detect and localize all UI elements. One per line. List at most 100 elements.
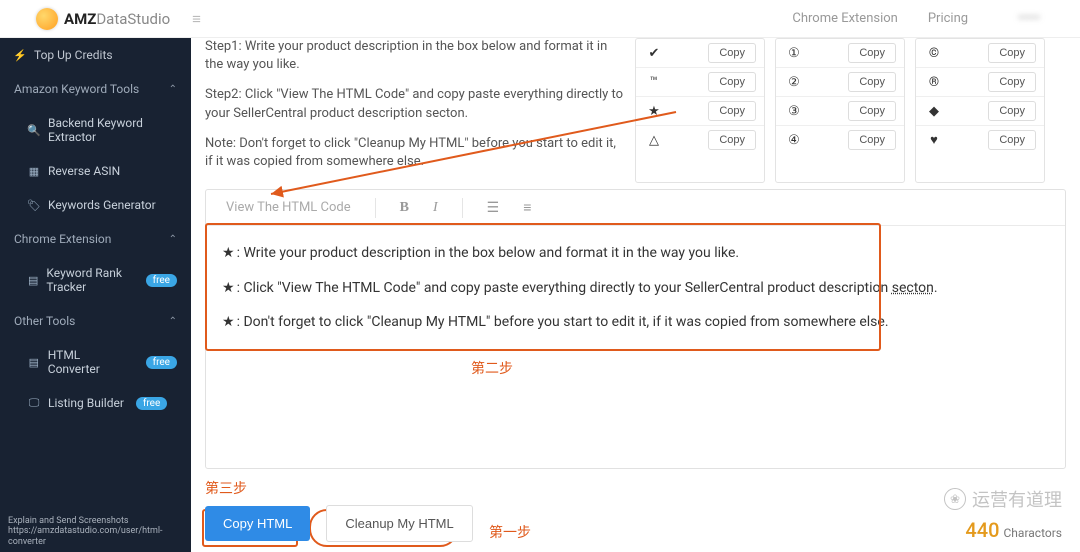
- copy-button[interactable]: Copy: [988, 72, 1036, 92]
- sidebar-item-label: Listing Builder: [48, 396, 124, 410]
- watermark-text: 运营有道理: [972, 486, 1062, 512]
- symbol-column-2: ①Copy ②Copy ③Copy ④Copy: [775, 38, 905, 183]
- symbol-row: ™ Copy: [636, 68, 764, 97]
- cleanup-html-button[interactable]: Cleanup My HTML: [326, 505, 472, 542]
- nav-chrome-extension[interactable]: Chrome Extension: [792, 11, 897, 26]
- chart-icon: ▤: [28, 274, 38, 287]
- sidebar-topup[interactable]: ⚡ Top Up Credits: [0, 38, 191, 72]
- copy-button[interactable]: Copy: [848, 72, 896, 92]
- symbol: ◆: [924, 104, 944, 119]
- symbol-row: ◆ Copy: [916, 97, 1044, 126]
- sidebar: ⚡ Top Up Credits Amazon Keyword Tools ⌃ …: [0, 38, 191, 552]
- sidebar-item-label: Keywords Generator: [48, 198, 156, 212]
- logo[interactable]: AMZDataStudio: [36, 8, 170, 30]
- sidebar-group-amazon-keyword[interactable]: Amazon Keyword Tools ⌃: [0, 72, 191, 106]
- logo-main: AMZ: [64, 10, 96, 28]
- watermark: ❀ 运营有道理: [944, 486, 1062, 512]
- editor: View The HTML Code B I ☰ ≡ ★: Write your…: [205, 189, 1066, 469]
- symbol: △: [644, 133, 664, 148]
- symbol-row: ®Copy: [916, 68, 1044, 97]
- editor-line: ★: Click "View The HTML Code" and copy p…: [222, 275, 1049, 302]
- copy-button[interactable]: Copy: [988, 101, 1036, 121]
- footer-url[interactable]: https://amzdatastudio.com/user/html-conv…: [8, 526, 163, 547]
- annotation-label-step1: 第一步: [489, 522, 531, 542]
- symbol-row: ② Copy: [776, 68, 904, 97]
- copy-html-button[interactable]: Copy HTML: [205, 506, 310, 541]
- symbol-column-3: ©Copy ®Copy ◆ Copy ♥ Copy: [915, 38, 1045, 183]
- sidebar-item-label: Reverse ASIN: [48, 164, 120, 178]
- symbol-row: ④ Copy: [776, 126, 904, 154]
- footer-line1: Explain and Send Screenshots: [8, 516, 183, 527]
- sidebar-item-label: Keyword Rank Tracker: [46, 266, 133, 294]
- copy-button[interactable]: Copy: [848, 43, 896, 63]
- hamburger-icon[interactable]: ≡: [192, 10, 201, 28]
- free-badge: free: [136, 397, 167, 410]
- copy-button[interactable]: Copy: [708, 72, 756, 92]
- sidebar-topup-label: Top Up Credits: [34, 48, 113, 62]
- sidebar-item-listing-builder[interactable]: 🖵 Listing Builder free: [0, 386, 191, 420]
- instruction-step1: Step1: Write your product description in…: [205, 38, 625, 74]
- sidebar-item-keyword-rank-tracker[interactable]: ▤ Keyword Rank Tracker free: [0, 256, 191, 304]
- sidebar-group-label: Other Tools: [14, 314, 75, 328]
- sidebar-group-chrome-extension[interactable]: Chrome Extension ⌃: [0, 222, 191, 256]
- symbol-row: ★ Copy: [636, 97, 764, 126]
- symbol: ✔: [644, 46, 664, 61]
- sidebar-footer: Explain and Send Screenshots https://amz…: [8, 516, 183, 548]
- sidebar-item-label: HTML Converter: [48, 348, 134, 376]
- copy-button[interactable]: Copy: [708, 130, 756, 150]
- sidebar-item-keywords-generator[interactable]: 🏷 Keywords Generator: [0, 188, 191, 222]
- bolt-icon: ⚡: [14, 49, 26, 62]
- star-icon: ★: [222, 314, 235, 330]
- grid-icon: ▦: [28, 165, 40, 178]
- sidebar-item-html-converter[interactable]: ▤ HTML Converter free: [0, 338, 191, 386]
- copy-button[interactable]: Copy: [848, 101, 896, 121]
- symbol-column-1: ✔ Copy ™ Copy ★ Copy △ Copy: [635, 38, 765, 183]
- italic-icon[interactable]: I: [427, 197, 444, 219]
- nav-account-blurred[interactable]: •••••: [998, 9, 1060, 28]
- symbol: ②: [784, 75, 804, 90]
- wechat-icon: ❀: [944, 488, 966, 510]
- logo-text: AMZDataStudio: [64, 10, 170, 28]
- sidebar-item-reverse-asin[interactable]: ▦ Reverse ASIN: [0, 154, 191, 188]
- instructions-text: Step1: Write your product description in…: [205, 38, 625, 183]
- symbol: ™: [644, 75, 664, 90]
- free-badge: free: [146, 356, 177, 369]
- bold-icon[interactable]: B: [394, 197, 415, 219]
- annotation-label-step2: 第二步: [471, 358, 513, 378]
- editor-line-text: Don't forget to click "Cleanup My HTML" …: [243, 314, 888, 330]
- free-badge: free: [146, 274, 177, 287]
- chevron-up-icon: ⌃: [169, 84, 177, 95]
- symbol-row: △ Copy: [636, 126, 764, 154]
- copy-button[interactable]: Copy: [848, 130, 896, 150]
- search-icon: 🔍: [28, 124, 40, 137]
- sidebar-item-backend-keyword-extractor[interactable]: 🔍 Backend Keyword Extractor: [0, 106, 191, 154]
- ordered-list-icon[interactable]: ☰: [481, 197, 506, 219]
- symbol-tables: ✔Copy ™Copy ★Copy △Copy ①Copy ②Copy ③Cop…: [635, 38, 1045, 183]
- star-icon: ★: [222, 245, 235, 261]
- star-icon: ★: [222, 280, 235, 296]
- copy-button[interactable]: Copy: [988, 130, 1036, 150]
- char-count-number: 440: [965, 518, 999, 542]
- char-count: 440 Charactors: [965, 518, 1062, 542]
- symbol-row: ♥ Copy: [916, 126, 1044, 154]
- sidebar-group-label: Amazon Keyword Tools: [14, 82, 139, 96]
- annotation-label-step3: 第三步: [205, 478, 247, 498]
- copy-button[interactable]: Copy: [708, 101, 756, 121]
- copy-button[interactable]: Copy: [988, 43, 1036, 63]
- copy-button[interactable]: Copy: [708, 43, 756, 63]
- editor-content[interactable]: ★: Write your product description in the…: [206, 226, 1065, 358]
- editor-toolbar: View The HTML Code B I ☰ ≡: [206, 190, 1065, 226]
- symbol-row: ©Copy: [916, 39, 1044, 68]
- sidebar-group-other-tools[interactable]: Other Tools ⌃: [0, 304, 191, 338]
- unordered-list-icon[interactable]: ≡: [517, 196, 537, 219]
- nav-pricing[interactable]: Pricing: [928, 11, 968, 26]
- char-count-label: Charactors: [1004, 526, 1063, 540]
- sidebar-group-label: Chrome Extension: [14, 232, 111, 246]
- tag-icon: 🏷: [28, 199, 40, 212]
- screen-icon: 🖵: [28, 396, 40, 410]
- symbol: ♥: [924, 132, 944, 148]
- symbol: ④: [784, 133, 804, 148]
- view-html-button[interactable]: View The HTML Code: [220, 196, 357, 219]
- editor-line-text: Click "View The HTML Code" and copy past…: [243, 280, 937, 296]
- symbol: ★: [644, 104, 664, 119]
